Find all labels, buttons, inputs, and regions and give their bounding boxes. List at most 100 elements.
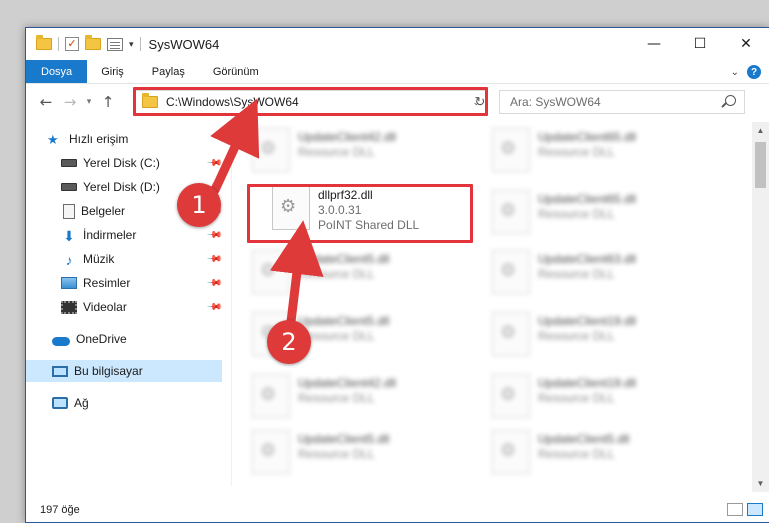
pin-icon[interactable]: 📌 [205, 155, 222, 172]
documents-icon [63, 203, 75, 219]
dll-file-icon [492, 190, 530, 234]
ribbon-right-controls: ⌄ ? [731, 60, 761, 84]
separator [139, 37, 141, 51]
file-list: UpdateClient42.dllResource DLL dllprf32.… [242, 124, 736, 486]
file-highlight [247, 184, 473, 243]
pane-divider[interactable] [231, 124, 232, 486]
file-tile[interactable]: UpdateClient65.dllResource DLL [492, 190, 712, 250]
nav-item-label: Yerel Disk (D:) [83, 180, 160, 194]
search-input[interactable]: Ara: SysWOW64 [510, 95, 601, 109]
tab-home[interactable]: Giriş [87, 60, 138, 83]
pin-icon[interactable]: 📌 [205, 227, 222, 244]
pin-icon[interactable]: 📌 [205, 275, 222, 292]
downloads-icon: ⬇ [63, 228, 75, 244]
dll-file-icon [492, 312, 530, 356]
file-name: UpdateClient42.dll [298, 376, 397, 390]
file-desc: Resource DLL [538, 447, 615, 461]
file-desc: Resource DLL [298, 267, 375, 281]
nav-item-label: OneDrive [76, 332, 127, 346]
search-box[interactable]: Ara: SysWOW64 [499, 90, 745, 114]
tab-share[interactable]: Paylaş [138, 60, 199, 83]
file-tile[interactable]: UpdateClient42.dllResource DLL [252, 374, 472, 434]
file-desc: Resource DLL [298, 447, 375, 461]
nav-item-quick-access[interactable]: ★ Hızlı erişim [26, 128, 222, 150]
dll-file-icon [492, 250, 530, 294]
customize-toolbar-chevron-icon[interactable]: ▾ [129, 39, 134, 50]
file-tile[interactable]: UpdateClient5.dllResource DLL [252, 430, 472, 486]
minimize-button[interactable]: — [631, 28, 677, 60]
large-icons-view-icon[interactable] [747, 503, 763, 516]
file-tile[interactable]: UpdateClient5.dllResource DLL [492, 430, 712, 486]
dll-file-icon [492, 128, 530, 172]
nav-item-label: Yerel Disk (C:) [83, 156, 160, 170]
file-name: UpdateClient65.dll [538, 192, 637, 206]
nav-item-music[interactable]: ♪ Müzik 📌 [26, 248, 223, 270]
view-toggle [727, 503, 763, 516]
close-button[interactable]: ✕ [723, 28, 769, 60]
nav-item-local-disk-c[interactable]: Yerel Disk (C:) 📌 [26, 152, 222, 174]
pin-icon[interactable]: 📌 [205, 251, 222, 268]
nav-item-label: Ağ [74, 396, 89, 410]
scroll-down-arrow-icon[interactable]: ▼ [752, 475, 769, 492]
recent-locations-chevron-icon[interactable]: ▾ [82, 97, 96, 107]
new-folder-icon[interactable] [85, 35, 101, 50]
window-title: SysWOW64 [148, 36, 220, 52]
properties-list-icon[interactable] [107, 37, 123, 51]
file-tile[interactable]: UpdateClient19.dllResource DLL [492, 374, 712, 434]
back-arrow-icon[interactable]: ← [34, 93, 58, 111]
file-desc: Resource DLL [298, 329, 375, 343]
properties-check-icon[interactable]: ✓ [65, 37, 79, 51]
vertical-scrollbar[interactable]: ▲ ▼ [752, 122, 769, 492]
file-desc: Resource DLL [298, 391, 375, 405]
tab-file[interactable]: Dosya [26, 60, 88, 83]
nav-item-label: Bu bilgisayar [74, 364, 143, 378]
ribbon-tabs: Dosya Giriş Paylaş Görünüm ⌄ ? [26, 60, 769, 84]
search-icon[interactable] [725, 95, 736, 106]
file-desc: Resource DLL [538, 267, 615, 281]
tab-view[interactable]: Görünüm [199, 60, 273, 83]
drive-icon [61, 183, 77, 191]
nav-item-this-pc[interactable]: Bu bilgisayar [26, 360, 222, 382]
pin-icon[interactable]: 📌 [205, 299, 222, 316]
nav-item-network[interactable]: Ağ [26, 392, 222, 414]
up-arrow-icon[interactable]: ↑ [96, 93, 120, 111]
details-view-icon[interactable] [727, 503, 743, 516]
maximize-button[interactable]: ☐ [677, 28, 723, 60]
scroll-up-arrow-icon[interactable]: ▲ [752, 122, 769, 139]
expand-ribbon-chevron-icon[interactable]: ⌄ [731, 67, 739, 78]
network-icon [52, 397, 68, 409]
nav-item-label: Belgeler [81, 204, 126, 218]
separator [58, 37, 59, 51]
nav-item-label: Videolar [83, 300, 127, 314]
nav-item-downloads[interactable]: ⬇ İndirmeler 📌 [26, 224, 222, 246]
file-tile[interactable]: UpdateClient5.dllResource DLL [252, 250, 472, 310]
file-name: UpdateClient5.dll [538, 432, 630, 446]
item-count: 197 öğe [40, 504, 80, 516]
nav-item-label: Hızlı erişim [69, 132, 129, 146]
nav-item-label: Müzik [83, 252, 115, 266]
callout-1: 1 [177, 183, 221, 227]
status-bar: 197 öğe [26, 498, 769, 522]
navigation-pane: ★ Hızlı erişim Yerel Disk (C:) 📌 Yerel D… [26, 124, 222, 486]
this-pc-icon [52, 365, 68, 377]
nav-item-onedrive[interactable]: OneDrive [26, 328, 222, 350]
dll-file-icon [252, 128, 290, 172]
nav-item-videos[interactable]: Videolar 📌 [26, 296, 222, 318]
scrollbar-thumb[interactable] [755, 142, 766, 188]
onedrive-icon [52, 336, 70, 346]
file-tile[interactable]: UpdateClient65.dllResource DLL [492, 128, 712, 188]
file-tile[interactable]: UpdateClient42.dllResource DLL [252, 128, 472, 188]
forward-arrow-icon[interactable]: → [58, 93, 82, 111]
folder-icon[interactable] [36, 35, 52, 50]
nav-item-pictures[interactable]: Resimler 📌 [26, 272, 222, 294]
file-desc: Resource DLL [538, 391, 615, 405]
dll-file-icon [492, 374, 530, 418]
file-tile[interactable]: UpdateClient19.dllResource DLL [492, 312, 712, 372]
file-name: UpdateClient5.dll [298, 314, 390, 328]
file-name: UpdateClient5.dll [298, 252, 390, 266]
star-icon: ★ [47, 132, 59, 147]
dll-file-icon [252, 250, 290, 294]
file-tile[interactable]: UpdateClient63.dllResource DLL [492, 250, 712, 310]
pictures-icon [61, 277, 77, 289]
help-icon[interactable]: ? [747, 65, 761, 79]
